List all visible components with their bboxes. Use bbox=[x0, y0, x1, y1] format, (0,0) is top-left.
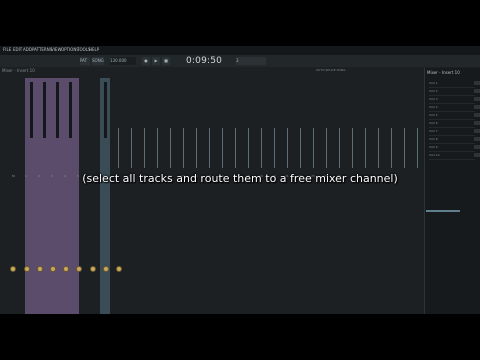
fx-slot[interactable]: Slot 5 bbox=[429, 112, 480, 120]
menu-bar: FILE EDIT ADD PATTERNS VIEW OPTIONS TOOL… bbox=[0, 46, 480, 55]
route-knob[interactable] bbox=[76, 266, 82, 272]
stop-icon[interactable]: ■ bbox=[162, 57, 170, 65]
route-knob[interactable] bbox=[24, 266, 30, 272]
rail bbox=[183, 128, 184, 168]
menu-patterns[interactable]: PATTERNS bbox=[32, 47, 52, 53]
rail bbox=[391, 128, 392, 168]
subtitle-caption: (select all tracks and route them to a f… bbox=[82, 172, 398, 185]
fx-slot-label: Slot 4 bbox=[429, 105, 438, 109]
route-knob[interactable] bbox=[63, 266, 69, 272]
fx-slot-mix[interactable] bbox=[474, 145, 480, 149]
rail bbox=[170, 128, 171, 168]
menu-edit[interactable]: EDIT bbox=[13, 47, 22, 53]
menu-add[interactable]: ADD bbox=[23, 47, 32, 53]
fx-slot-mix[interactable] bbox=[474, 113, 480, 117]
rail bbox=[144, 128, 145, 168]
rail bbox=[196, 128, 197, 168]
time-display: 0:09:50 bbox=[186, 56, 223, 66]
fx-slot-mix[interactable] bbox=[474, 105, 480, 109]
rail bbox=[235, 128, 236, 168]
fader[interactable] bbox=[104, 82, 107, 138]
rail bbox=[365, 128, 366, 168]
rail bbox=[352, 128, 353, 168]
rail bbox=[157, 128, 158, 168]
rail bbox=[339, 128, 340, 168]
play-icon[interactable]: ▶ bbox=[152, 57, 160, 65]
fx-slot-label: Slot 10 bbox=[429, 153, 440, 157]
fx-slot[interactable]: Slot 4 bbox=[429, 104, 480, 112]
route-knob[interactable] bbox=[90, 266, 96, 272]
fx-slot-mix[interactable] bbox=[474, 89, 480, 93]
fader[interactable] bbox=[43, 82, 46, 138]
song-button[interactable]: SONG bbox=[92, 57, 104, 65]
fx-slot-mix[interactable] bbox=[474, 97, 480, 101]
rail bbox=[404, 128, 405, 168]
route-knob[interactable] bbox=[103, 266, 109, 272]
rail bbox=[378, 128, 379, 168]
fx-slot-label: Slot 8 bbox=[429, 137, 438, 141]
rail bbox=[118, 128, 119, 168]
fx-slot[interactable]: Slot 6 bbox=[429, 120, 480, 128]
fx-slot[interactable]: Slot 2 bbox=[429, 88, 480, 96]
record-icon[interactable]: ● bbox=[142, 57, 150, 65]
fx-slot-label: Slot 2 bbox=[429, 89, 438, 93]
route-knob[interactable] bbox=[10, 266, 16, 272]
rail bbox=[274, 128, 275, 168]
menu-help[interactable]: HELP bbox=[89, 47, 99, 53]
fx-slot-label: Slot 1 bbox=[429, 81, 438, 85]
fx-slot-mix[interactable] bbox=[474, 129, 480, 133]
toolbar: PAT SONG 130.000 ● ▶ ■ 0:09:50 3 AUTO SP… bbox=[0, 55, 480, 72]
fx-slot-label: Slot 9 bbox=[429, 145, 438, 149]
fx-slot-label: Slot 7 bbox=[429, 129, 438, 133]
rail bbox=[287, 128, 288, 168]
hint-bar: AUTO SPLICE SONG bbox=[316, 68, 346, 72]
fader[interactable] bbox=[30, 82, 33, 138]
fx-slot-label: Slot 6 bbox=[429, 121, 438, 125]
menu-view[interactable]: VIEW bbox=[51, 47, 61, 53]
fx-slot-mix[interactable] bbox=[474, 153, 480, 157]
route-knob[interactable] bbox=[37, 266, 43, 272]
fader[interactable] bbox=[56, 82, 59, 138]
route-knob[interactable] bbox=[116, 266, 122, 272]
fx-slot[interactable]: Slot 10 bbox=[429, 152, 480, 160]
rail bbox=[300, 128, 301, 168]
menu-file[interactable]: FILE bbox=[3, 47, 11, 53]
rail bbox=[326, 128, 327, 168]
fx-slot-mix[interactable] bbox=[474, 81, 480, 85]
rail bbox=[222, 128, 223, 168]
rail bbox=[417, 128, 418, 168]
rail bbox=[209, 128, 210, 168]
route-knob[interactable] bbox=[50, 266, 56, 272]
fx-slot-mix[interactable] bbox=[474, 137, 480, 141]
insert-panel: Mixer - Insert 10 Slot 1 Slot 2 Slot 3 S… bbox=[424, 68, 480, 314]
zoom-control[interactable]: 3 bbox=[236, 57, 266, 65]
fx-slot[interactable]: Slot 3 bbox=[429, 96, 480, 104]
fx-slot[interactable]: Slot 9 bbox=[429, 144, 480, 152]
pat-button[interactable]: PAT bbox=[80, 57, 90, 65]
tempo-display[interactable]: 130.000 bbox=[110, 57, 136, 65]
fx-slot[interactable]: Slot 7 bbox=[429, 128, 480, 136]
rail bbox=[131, 128, 132, 168]
eq-curve bbox=[426, 210, 460, 212]
fx-slot-label: Slot 5 bbox=[429, 113, 438, 117]
mixer-title: Mixer - Insert 10 bbox=[2, 68, 35, 73]
rail bbox=[261, 128, 262, 168]
fx-slot[interactable]: Slot 1 bbox=[429, 80, 480, 88]
insert-title: Mixer - Insert 10 bbox=[427, 70, 460, 75]
rail bbox=[248, 128, 249, 168]
fx-slot-label: Slot 3 bbox=[429, 97, 438, 101]
fader[interactable] bbox=[69, 82, 72, 138]
rail bbox=[313, 128, 314, 168]
fx-slot-mix[interactable] bbox=[474, 121, 480, 125]
fx-slot[interactable]: Slot 8 bbox=[429, 136, 480, 144]
